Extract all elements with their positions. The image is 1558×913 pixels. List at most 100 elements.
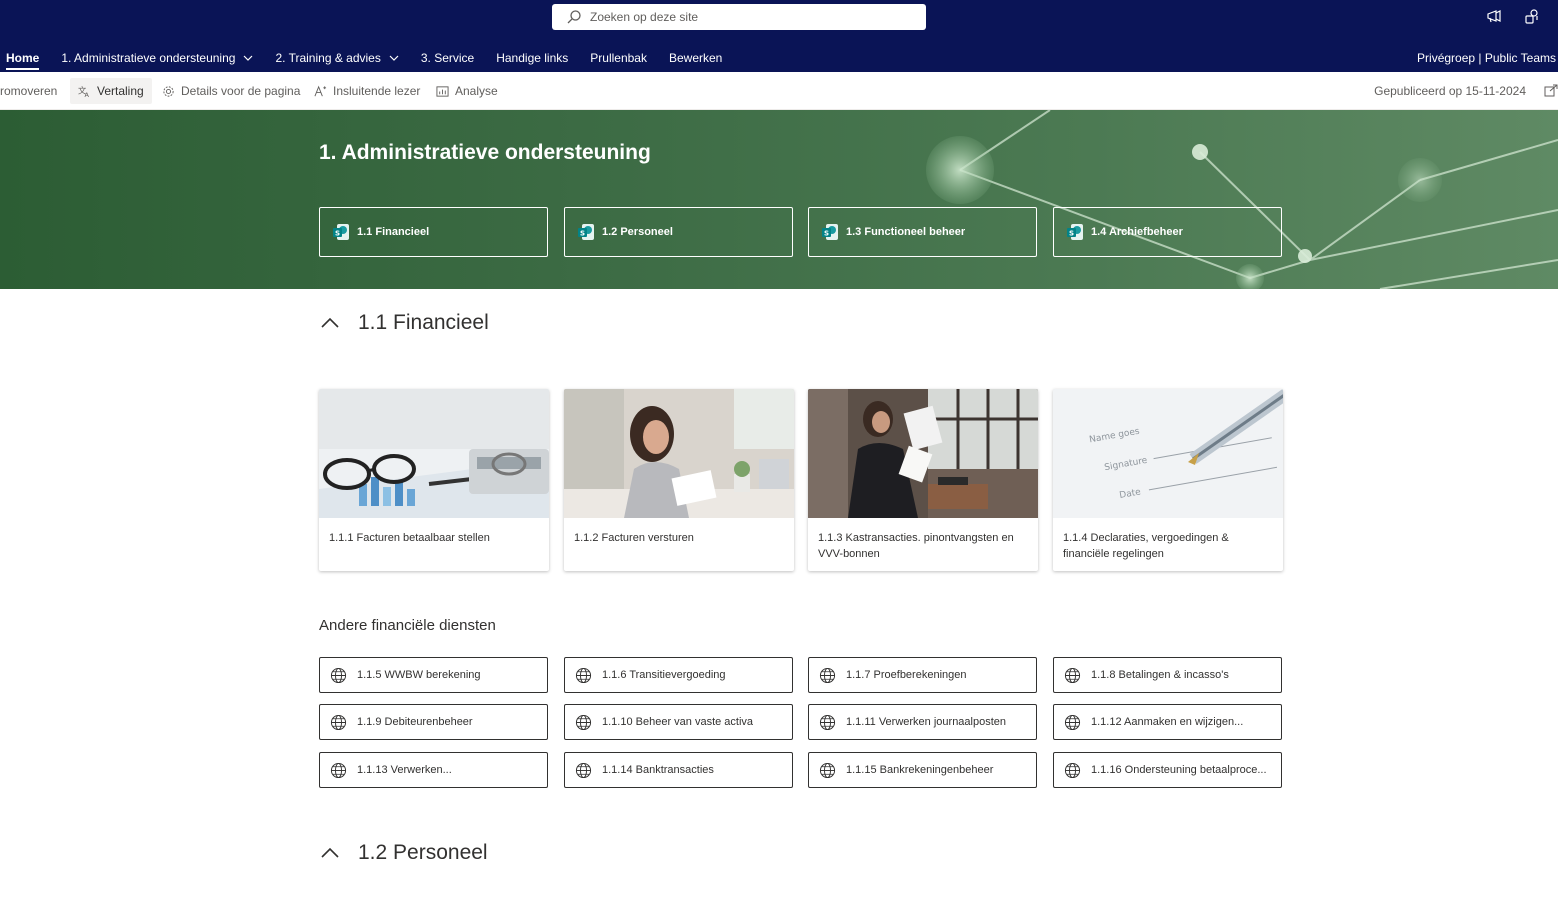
gear-icon [163,85,174,97]
link-tile[interactable]: 1.1.10 Beheer van vaste activa [564,704,793,740]
link-label: 1.1.5 WWBW berekening [357,669,481,681]
page-details-button[interactable]: Details voor de pagina [154,78,308,104]
news-card-declaraties[interactable]: Name goes Signature Date 1.1.4 Declarati… [1053,389,1283,571]
hero-banner: 1. Administratieve ondersteuning S 1.1 F… [0,110,1558,289]
nav-item-service[interactable]: 3. Service [410,44,485,72]
globe-icon [1064,714,1081,730]
link-label: 1.1.13 Verwerken... [357,764,452,776]
other-services-heading: Andere financiële diensten [319,617,496,634]
news-card-facturen-versturen[interactable]: 1.1.2 Facturen versturen [564,389,794,571]
globe-icon [819,714,836,730]
chevron-up-icon[interactable] [319,846,341,860]
globe-icon [819,667,836,683]
share-icon[interactable] [1544,83,1558,97]
immersive-reader-button[interactable]: Insluitende lezer [306,78,428,104]
network-background-graphic [926,110,1558,289]
link-tile[interactable]: 1.1.9 Debiteurenbeheer [319,704,548,740]
link-tile[interactable]: 1.1.13 Verwerken... [319,752,548,788]
svg-text:S: S [824,230,829,238]
link-label: 1.1.16 Ondersteuning betaalproce... [1091,764,1267,776]
nav-item-training-advies[interactable]: 2. Training & advies [264,44,409,72]
analytics-icon [436,85,449,97]
promote-button[interactable]: romoveren [0,78,65,104]
immersive-reader-label: Insluitende lezer [333,84,421,98]
quicklink-personeel[interactable]: S 1.2 Personeel [564,207,793,257]
link-tile[interactable]: 1.1.15 Bankrekeningenbeheer [808,752,1037,788]
nav-item-prullenbak[interactable]: Prullenbak [579,44,658,72]
quicklink-financieel[interactable]: S 1.1 Financieel [319,207,548,257]
link-label: 1.1.10 Beheer van vaste activa [602,716,754,728]
card-title: 1.1.1 Facturen betaalbaar stellen [329,532,490,544]
quicklink-label: 1.3 Functioneel beheer [846,226,966,238]
quicklink-label: 1.2 Personeel [602,226,673,238]
command-bar: romoveren 文A Vertaling Details voor de p… [0,72,1558,110]
nav-item-home[interactable]: Home [0,44,50,72]
nav-item-label: Handige links [496,51,569,65]
chevron-down-icon [244,55,253,61]
link-label: 1.1.7 Proefberekeningen [846,669,967,681]
nav-item-label: 3. Service [420,51,475,65]
analytics-label: Analyse [455,84,498,98]
nav-item-label: Bewerken [668,51,723,65]
svg-text:S: S [1069,230,1074,238]
quicklink-label: 1.4 Archiefbeheer [1091,226,1183,238]
svg-text:A: A [85,91,90,98]
immersive-reader-icon [314,85,327,96]
woman-with-papers-office-image [808,389,1038,518]
analytics-button[interactable]: Analyse [428,78,506,104]
nav-item-label: 2. Training & advies [275,51,381,65]
globe-icon [575,667,592,683]
link-label: 1.1.12 Aanmaken en wijzigen... [1091,716,1244,728]
link-tile[interactable]: 1.1.14 Banktransacties [564,752,793,788]
svg-text:S: S [335,230,340,238]
globe-icon [330,714,347,730]
quicklink-archiefbeheer[interactable]: S 1.4 Archiefbeheer [1053,207,1282,257]
link-tile[interactable]: 1.1.6 Transitievergoeding [564,657,793,693]
nav-item-handige-links[interactable]: Handige links [485,44,579,72]
news-card-facturen-betaalbaar[interactable]: 1.1.1 Facturen betaalbaar stellen [319,389,549,571]
globe-icon [575,762,592,778]
page-details-label: Details voor de pagina [181,84,301,98]
nav-item-bewerken[interactable]: Bewerken [658,44,733,72]
search-placeholder: Zoeken op deze site [590,10,699,24]
link-tile[interactable]: 1.1.16 Ondersteuning betaalproce... [1053,752,1282,788]
hub-navigation: Home 1. Administratieve ondersteuning 2.… [0,44,733,72]
nav-item-label: Prullenbak [590,51,647,65]
nav-item-label: Home [6,51,40,65]
search-box[interactable]: Zoeken op deze site [552,4,926,30]
chevron-up-icon[interactable] [319,316,341,330]
section-title: 1.2 Personeel [358,841,488,864]
section-personeel-header[interactable]: 1.2 Personeel [319,841,488,865]
nav-item-administratieve-ondersteuning[interactable]: 1. Administratieve ondersteuning [50,44,264,72]
globe-icon [330,667,347,683]
section-financieel-header[interactable]: 1.1 Financieel [319,311,489,335]
section-title: 1.1 Financieel [358,311,489,334]
globe-icon [330,762,347,778]
woman-reading-invoice-image [564,389,794,518]
sharepoint-icon: S [333,224,349,240]
link-tile[interactable]: 1.1.12 Aanmaken en wijzigen... [1053,704,1282,740]
news-card-kastransacties[interactable]: 1.1.3 Kastransacties. pinontvangsten en … [808,389,1038,571]
sharepoint-icon: S [822,224,838,240]
globe-icon [1064,762,1081,778]
link-label: 1.1.9 Debiteurenbeheer [357,716,473,728]
translation-button[interactable]: 文A Vertaling [70,78,152,104]
published-date: Gepubliceerd op 15-11-2024 [1374,84,1526,98]
link-tile[interactable]: 1.1.7 Proefberekeningen [808,657,1037,693]
link-label: 1.1.15 Bankrekeningenbeheer [846,764,994,776]
translate-icon: 文A [78,85,90,98]
svg-text:S: S [580,230,585,238]
card-title: 1.1.4 Declaraties, vergoedingen & financ… [1063,532,1229,560]
quicklink-functioneel-beheer[interactable]: S 1.3 Functioneel beheer [808,207,1037,257]
link-tile[interactable]: 1.1.5 WWBW berekening [319,657,548,693]
card-title: 1.1.2 Facturen versturen [574,532,694,544]
globe-icon [819,762,836,778]
group-privacy-label[interactable]: Privégroep | Public Teams [1417,44,1556,72]
teams-share-icon[interactable] [1524,8,1540,24]
translation-label: Vertaling [97,84,144,98]
link-tile[interactable]: 1.1.8 Betalingen & incasso's [1053,657,1282,693]
link-tile[interactable]: 1.1.11 Verwerken journaalposten [808,704,1037,740]
pen-signature-form-image: Name goes Signature Date [1053,389,1283,518]
sharepoint-icon: S [1067,224,1083,240]
megaphone-icon[interactable] [1486,8,1502,24]
